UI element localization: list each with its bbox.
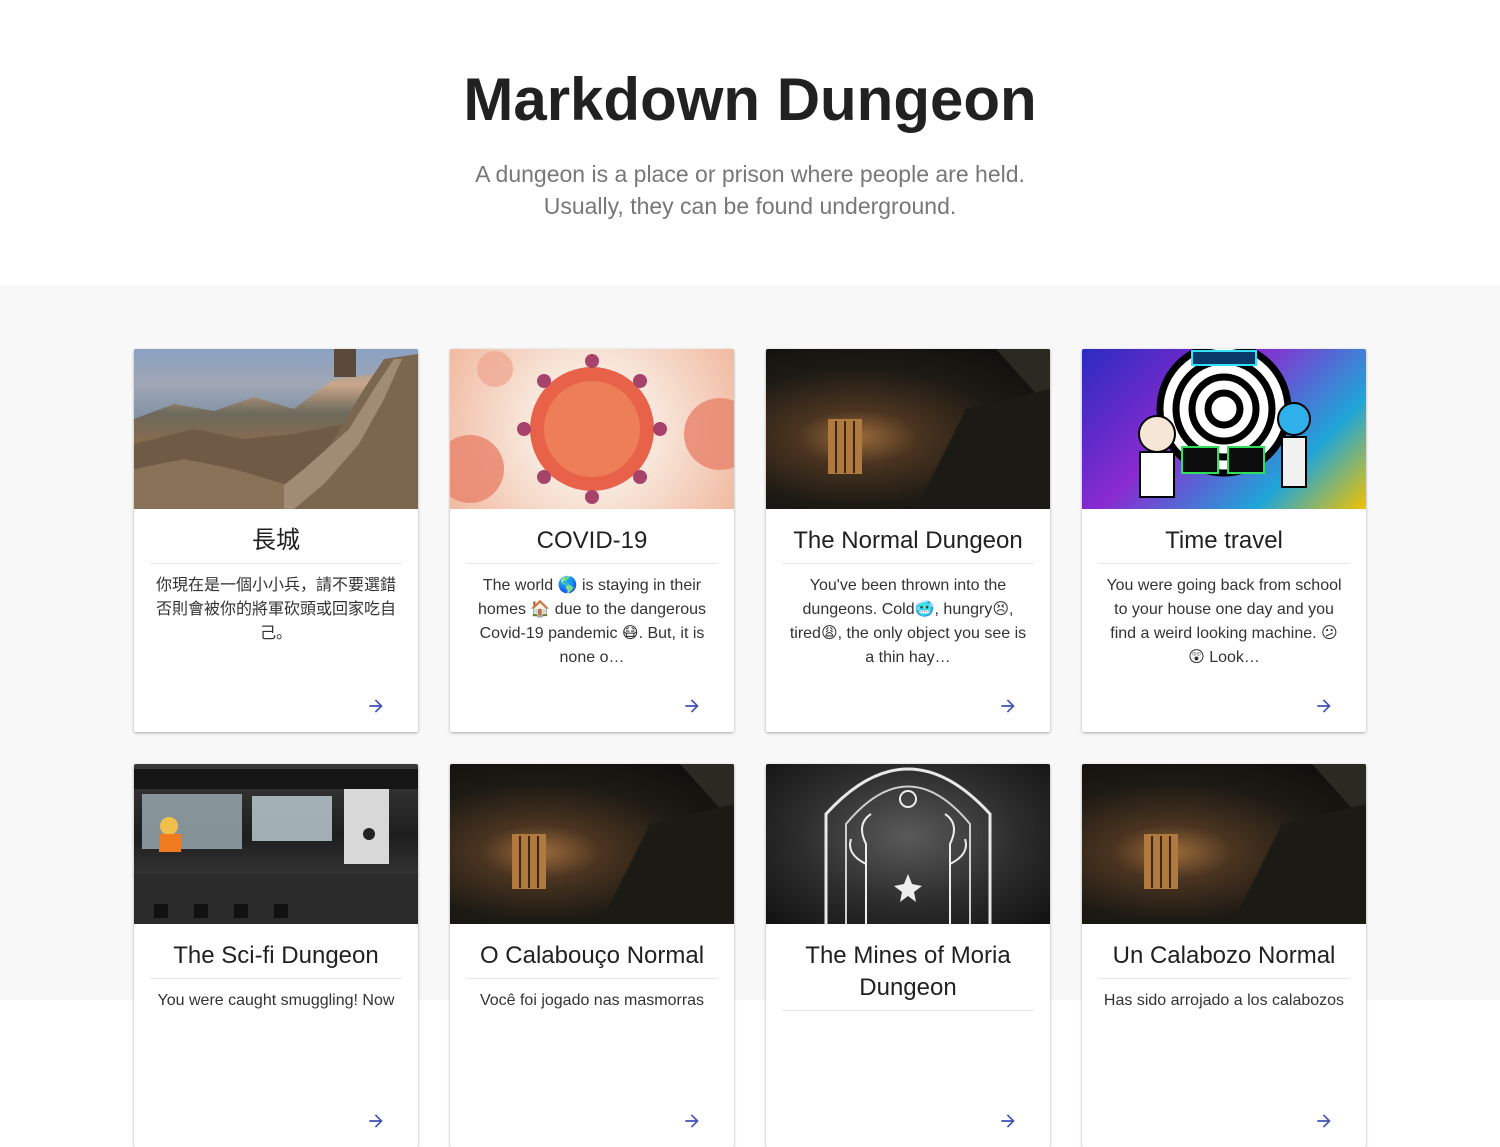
virus-illustration bbox=[450, 351, 734, 504]
card-description: Has sido arrojado a los calabozos bbox=[1103, 992, 1345, 1009]
scifi-cell-illustration bbox=[134, 769, 418, 924]
card-title: COVID-19 bbox=[466, 525, 718, 564]
card-title: Un Calabozo Normal bbox=[1098, 940, 1350, 979]
card-description: You've been thrown into the dungeons. Co… bbox=[789, 577, 1027, 666]
card-description: Você foi jogado nas masmorras bbox=[479, 992, 705, 1009]
arrow-right-icon[interactable] bbox=[1310, 692, 1338, 720]
arrow-right-icon[interactable] bbox=[362, 1107, 390, 1135]
dungeon-card[interactable]: COVID-19 The world 🌎 is staying in their… bbox=[450, 349, 734, 732]
dungeon-door-illustration bbox=[512, 764, 734, 924]
dungeon-cell-image bbox=[450, 764, 734, 924]
card-title: 長城 bbox=[150, 525, 402, 564]
dungeon-door-illustration bbox=[828, 349, 1050, 509]
coronavirus-image bbox=[450, 349, 734, 509]
card-description: You were going back from school to your … bbox=[1106, 577, 1342, 666]
arrow-right-icon[interactable] bbox=[994, 1107, 1022, 1135]
page-title: Markdown Dungeon bbox=[463, 66, 1037, 133]
time-machine-image bbox=[1082, 349, 1366, 509]
dungeon-card[interactable]: Un Calabozo Normal Has sido arrojado a l… bbox=[1082, 764, 1366, 1147]
dungeon-door-illustration bbox=[1144, 764, 1366, 924]
card-title: The Normal Dungeon bbox=[782, 525, 1034, 564]
card-title: Time travel bbox=[1098, 525, 1350, 564]
scifi-cell-image bbox=[134, 764, 418, 924]
card-title: O Calabouço Normal bbox=[466, 940, 718, 979]
card-description: You were caught smuggling! Now bbox=[157, 992, 395, 1009]
dungeon-card[interactable]: 長城 你現在是一個小小兵，請不要選錯否則會被你的將軍砍頭或回家吃自己。 bbox=[134, 349, 418, 732]
moria-gate-image bbox=[766, 764, 1050, 924]
dungeon-card[interactable]: The Mines of Moria Dungeon bbox=[766, 764, 1050, 1147]
arrow-right-icon[interactable] bbox=[678, 1107, 706, 1135]
card-title: The Mines of Moria Dungeon bbox=[782, 940, 1034, 1011]
dungeon-card[interactable]: Time travel You were going back from sch… bbox=[1082, 349, 1366, 732]
dungeon-card[interactable]: O Calabouço Normal Você foi jogado nas m… bbox=[450, 764, 734, 1147]
dungeon-card[interactable]: The Normal Dungeon You've been thrown in… bbox=[766, 349, 1050, 732]
dungeon-card[interactable]: The Sci-fi Dungeon You were caught smugg… bbox=[134, 764, 418, 1147]
arrow-right-icon[interactable] bbox=[994, 692, 1022, 720]
arrow-right-icon[interactable] bbox=[1310, 1107, 1338, 1135]
dungeon-cell-image bbox=[1082, 764, 1366, 924]
arrow-right-icon[interactable] bbox=[678, 692, 706, 720]
dungeon-list: 長城 你現在是一個小小兵，請不要選錯否則會被你的將軍砍頭或回家吃自己。 COVI… bbox=[0, 285, 1500, 1147]
page-header: Markdown Dungeon A dungeon is a place or… bbox=[0, 0, 1500, 285]
card-description: The world 🌎 is staying in their homes 🏠 … bbox=[477, 577, 707, 666]
page-subtitle: A dungeon is a place or prison where peo… bbox=[475, 161, 1025, 219]
dungeon-cell-image bbox=[766, 349, 1050, 509]
time-machine-illustration bbox=[1138, 349, 1311, 498]
card-description: 你現在是一個小小兵，請不要選錯否則會被你的將軍砍頭或回家吃自己。 bbox=[155, 577, 396, 642]
arrow-right-icon[interactable] bbox=[362, 692, 390, 720]
great-wall-image bbox=[134, 349, 418, 509]
great-wall-illustration bbox=[134, 349, 418, 509]
moria-gate-illustration bbox=[824, 767, 992, 924]
card-title: The Sci-fi Dungeon bbox=[150, 940, 402, 979]
